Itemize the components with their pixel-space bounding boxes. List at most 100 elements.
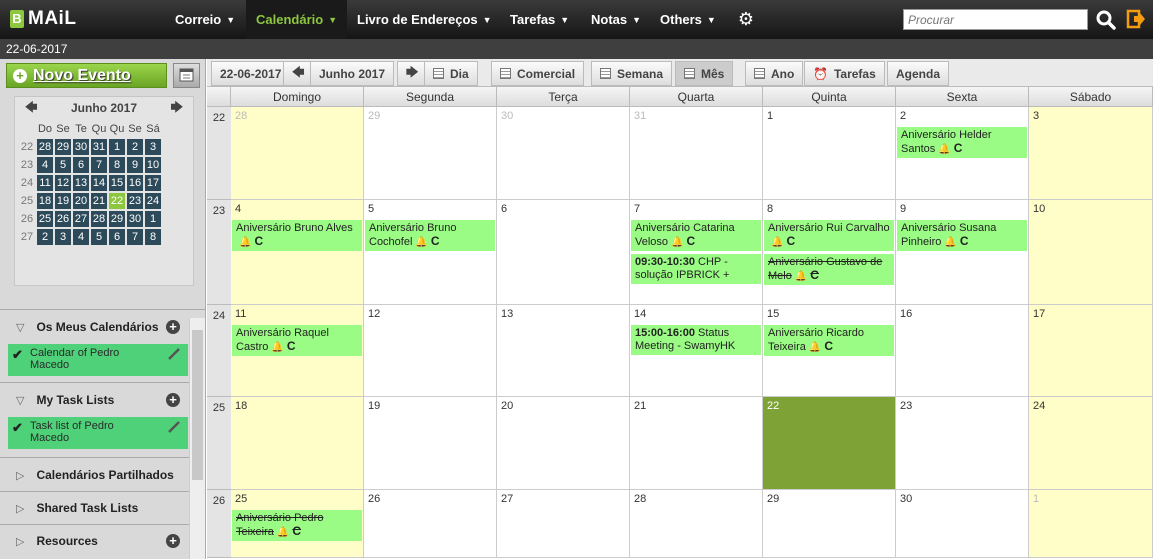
mini-day[interactable]: 26: [55, 211, 71, 227]
nav-correio[interactable]: Correio ▼: [165, 0, 245, 39]
section-my-calendars[interactable]: ▽ Os Meus Calendários +: [0, 312, 188, 342]
day-cell[interactable]: 11 Aniversário Raquel Castro 🔔 C: [231, 305, 364, 397]
calendar-event[interactable]: 15:00-16:00 Status Meeting - SwamyHK: [631, 325, 761, 355]
view-year-button[interactable]: Ano: [745, 61, 804, 86]
next-month-button[interactable]: 🡆: [397, 61, 428, 86]
mini-day[interactable]: 27: [73, 211, 89, 227]
calendar-event[interactable]: Aniversário Susana Pinheiro 🔔 C: [897, 220, 1027, 251]
mini-day[interactable]: 22: [109, 193, 125, 209]
day-cell[interactable]: 18: [231, 397, 364, 490]
mini-day[interactable]: 4: [37, 157, 53, 173]
view-tasks-button[interactable]: ⏰ Tarefas: [804, 61, 885, 86]
day-cell[interactable]: 21: [630, 397, 763, 490]
day-cell[interactable]: 22: [763, 397, 896, 490]
day-cell[interactable]: 31: [630, 107, 763, 200]
edit-pencil-icon[interactable]: [168, 421, 180, 433]
mini-day[interactable]: 8: [145, 229, 161, 245]
day-cell[interactable]: 20: [497, 397, 630, 490]
mini-day[interactable]: 13: [73, 175, 89, 191]
mini-day[interactable]: 24: [145, 193, 161, 209]
scrollbar-thumb[interactable]: [192, 330, 203, 480]
mini-day[interactable]: 3: [55, 229, 71, 245]
mini-day[interactable]: 25: [37, 211, 53, 227]
mini-next-month-arrow-icon[interactable]: 🡆: [171, 98, 183, 119]
calendar-event[interactable]: Aniversário Ricardo Teixeira 🔔 C: [764, 325, 894, 356]
week-number[interactable]: 26: [207, 490, 231, 558]
mini-day[interactable]: 5: [55, 157, 71, 173]
mini-day[interactable]: 2: [37, 229, 53, 245]
view-month-button[interactable]: Mês: [675, 61, 734, 86]
mini-day[interactable]: 8: [109, 157, 125, 173]
day-cell[interactable]: 7 Aniversário Catarina Veloso 🔔 C 09:30-10:3…: [630, 200, 763, 305]
prev-month-button[interactable]: 🡄: [283, 61, 314, 86]
search-input[interactable]: [903, 9, 1088, 30]
mini-week-number[interactable]: 25: [19, 193, 35, 209]
mini-day[interactable]: 2: [127, 139, 143, 155]
app-logo[interactable]: B MAiL: [10, 5, 76, 33]
calendar-picker-button[interactable]: [173, 63, 200, 88]
mini-day[interactable]: 30: [73, 139, 89, 155]
view-week-button[interactable]: Semana: [591, 61, 673, 86]
edit-pencil-icon[interactable]: [168, 348, 180, 360]
logout-icon[interactable]: [1126, 9, 1146, 29]
week-number[interactable]: 25: [207, 397, 231, 490]
day-cell[interactable]: 30: [497, 107, 630, 200]
day-cell[interactable]: 28: [231, 107, 364, 200]
mini-day[interactable]: 3: [145, 139, 161, 155]
mini-week-number[interactable]: 27: [19, 229, 35, 245]
nav-others[interactable]: Others ▼: [650, 0, 726, 39]
current-date-button[interactable]: 22-06-2017: [211, 61, 291, 86]
day-cell[interactable]: 1: [1029, 490, 1153, 558]
mini-day[interactable]: 17: [145, 175, 161, 191]
mini-day[interactable]: 31: [91, 139, 107, 155]
mini-day[interactable]: 12: [55, 175, 71, 191]
nav-tarefas[interactable]: Tarefas ▼: [500, 0, 579, 39]
mini-day[interactable]: 1: [109, 139, 125, 155]
mini-week-number[interactable]: 22: [19, 139, 35, 155]
task-list-item-pedro-macedo[interactable]: ✔ Task list of Pedro Macedo: [8, 417, 188, 449]
nav-calendario[interactable]: Calendário ▼: [246, 0, 348, 39]
mini-day[interactable]: 9: [127, 157, 143, 173]
day-cell[interactable]: 27: [497, 490, 630, 558]
day-cell[interactable]: 16: [896, 305, 1029, 397]
day-cell[interactable]: 4 Aniversário Bruno Alves 🔔 C: [231, 200, 364, 305]
nav-livro-enderecos[interactable]: Livro de Endereços ▼: [347, 0, 502, 39]
checkbox-checked-icon[interactable]: ✔: [12, 420, 30, 446]
calendar-event[interactable]: Aniversário Pedro Teixeira 🔔 C: [232, 510, 362, 541]
calendar-event[interactable]: Aniversário Gustavo de Melo 🔔 C: [764, 254, 894, 285]
mini-day[interactable]: 16: [127, 175, 143, 191]
mini-day[interactable]: 5: [91, 229, 107, 245]
mini-day[interactable]: 6: [109, 229, 125, 245]
new-event-button[interactable]: + Novo Evento: [6, 63, 167, 88]
mini-day[interactable]: 29: [55, 139, 71, 155]
search-icon[interactable]: [1093, 7, 1119, 33]
add-calendar-icon[interactable]: +: [166, 320, 180, 334]
day-cell[interactable]: 5 Aniversário Bruno Cochofel 🔔 C: [364, 200, 497, 305]
week-number[interactable]: 23: [207, 200, 231, 305]
mini-day[interactable]: 15: [109, 175, 125, 191]
day-cell[interactable]: 14 15:00-16:00 Status Meeting - SwamyHK: [630, 305, 763, 397]
mini-week-number[interactable]: 24: [19, 175, 35, 191]
section-shared-task-lists[interactable]: ▷ Shared Task Lists: [0, 493, 188, 523]
mini-day[interactable]: 28: [91, 211, 107, 227]
section-my-task-lists[interactable]: ▽ My Task Lists +: [0, 385, 188, 415]
mini-day[interactable]: 4: [73, 229, 89, 245]
add-task-list-icon[interactable]: +: [166, 393, 180, 407]
mini-day[interactable]: 7: [127, 229, 143, 245]
day-cell[interactable]: 28: [630, 490, 763, 558]
settings-gear-icon[interactable]: ⚙: [735, 8, 757, 30]
day-cell[interactable]: 9 Aniversário Susana Pinheiro 🔔 C: [896, 200, 1029, 305]
day-cell[interactable]: 29: [763, 490, 896, 558]
mini-prev-month-arrow-icon[interactable]: 🡄: [25, 98, 37, 119]
day-cell[interactable]: 1: [763, 107, 896, 200]
day-cell[interactable]: 10: [1029, 200, 1153, 305]
mini-day[interactable]: 7: [91, 157, 107, 173]
day-cell[interactable]: 19: [364, 397, 497, 490]
day-cell[interactable]: 17: [1029, 305, 1153, 397]
week-number[interactable]: 22: [207, 107, 231, 200]
mini-day[interactable]: 1: [145, 211, 161, 227]
view-day-button[interactable]: Dia: [424, 61, 478, 86]
mini-day[interactable]: 21: [91, 193, 107, 209]
calendar-event[interactable]: Aniversário Rui Carvalho 🔔 C: [764, 220, 894, 251]
calendar-event[interactable]: Aniversário Bruno Alves 🔔 C: [232, 220, 362, 251]
